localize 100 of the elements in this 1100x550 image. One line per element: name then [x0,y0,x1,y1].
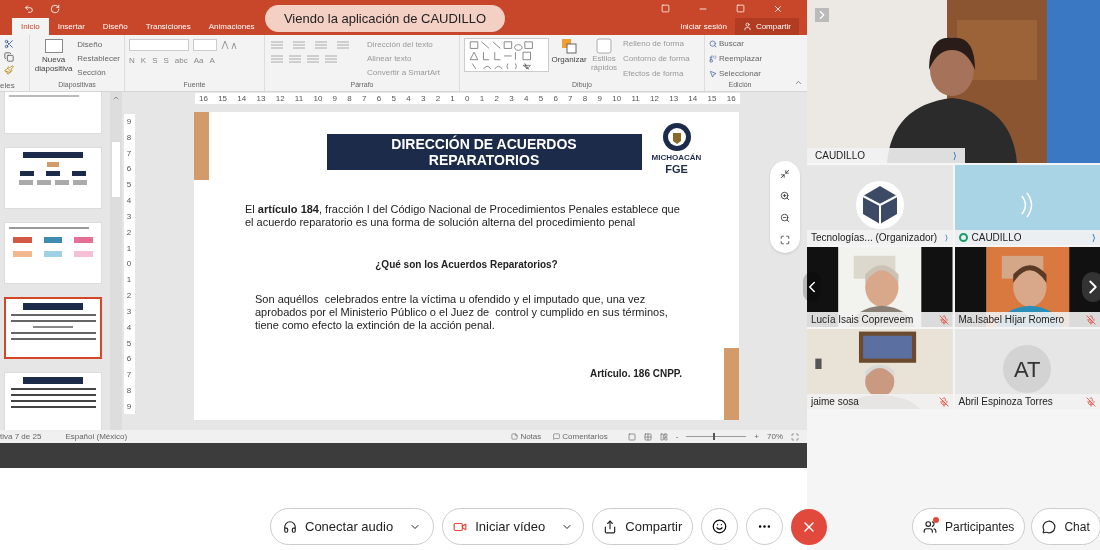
ribbon-button[interactable]: Reemplazar [709,53,771,65]
zoom-out-button[interactable]: - [675,430,679,443]
cut-icon[interactable] [4,39,14,49]
ribbon-tab[interactable]: Inicio [12,18,49,35]
initials-avatar: AT [1003,345,1052,393]
ribbon-button[interactable]: Sección [77,67,120,79]
format-button[interactable]: K [140,55,147,67]
audio-icon [953,150,957,161]
sharing-banner: Viendo la aplicación de CAUDILLO [265,5,505,32]
next-page-icon[interactable] [1082,272,1100,302]
ribbon-button[interactable]: Restablecer [77,53,120,65]
font-name-field[interactable] [129,39,189,51]
format-button[interactable]: N [129,55,135,67]
format-button[interactable]: abc [174,55,188,67]
start-video-button[interactable]: Iniciar vídeo [442,508,585,545]
fit-slide-icon[interactable] [791,432,799,441]
scrollbar-thumb[interactable] [112,142,120,197]
ribbon-button[interactable]: Efectos de forma [623,68,690,80]
comments-button[interactable]: Comentarios [553,430,608,443]
participant-name: Ma.Isabel Híjar Romero [958,313,1065,327]
format-button[interactable]: Aa [193,55,204,67]
ribbon-button[interactable]: Relleno de forma [623,38,690,50]
ribbon-button[interactable]: Seleccionar [709,68,771,80]
people-icon [923,519,937,534]
arrange-button[interactable]: Organizar [553,38,585,80]
language-label: Español (México) [65,430,128,443]
notes-button[interactable]: Notas [511,430,542,443]
share-content-button[interactable]: Compartir [592,508,694,545]
ribbon-tab[interactable]: Insertar [48,18,94,35]
slide-reference: Artículo. 186 CNPP. [588,367,683,381]
previous-page-icon[interactable] [803,272,821,302]
accent-bar [194,112,209,180]
format-button[interactable]: A [209,55,215,67]
share-button[interactable]: Compartir [734,18,799,35]
more-options-icon[interactable] [746,508,784,545]
sign-in-link[interactable]: Iniciar sesión [672,18,735,35]
close-icon[interactable] [773,3,783,14]
ribbon-button[interactable]: Contorno de forma [623,53,690,65]
ribbon-display-icon[interactable] [661,4,670,13]
fit-icon[interactable] [780,235,790,245]
ribbon-button[interactable]: Diseño [77,39,120,51]
notes-icon [511,433,519,440]
participant-name: Tecnologías... (Organizador) [811,231,938,245]
chat-icon [1042,519,1057,534]
normal-view-icon[interactable] [627,432,636,441]
ribbon-button[interactable]: Buscar [709,38,771,50]
zoom-out-icon[interactable] [780,213,790,223]
redo-icon[interactable] [50,3,60,14]
zoom-slider-thumb[interactable] [713,433,716,440]
person-icon [742,22,752,31]
ribbon-button[interactable]: Dirección del texto [367,39,440,51]
logo: MICHOACÁN FGE [649,122,704,175]
accent-bar [724,348,739,420]
slide-counter: tiva 7 de 25 [0,430,42,443]
slide-title: DIRECCIÓN DE ACUERDOS REPARATORIOS [326,134,642,170]
sorter-view-icon[interactable] [643,432,652,441]
slide-thumbnail[interactable] [4,297,102,359]
zoom-in-button[interactable]: + [754,430,759,443]
ribbon-button[interactable]: Convertir a SmartArt [367,67,440,79]
undo-icon[interactable] [24,3,34,14]
horizontal-ruler: 16 15 14 13 12 11 10 9 8 7 6 5 4 3 2 1 0 1 2 3 4 5 6 7 8 9 10 11 12 13 14 15 16 [195,92,740,104]
reading-view-icon[interactable] [659,432,668,441]
slide-paragraph: Son aquéllos celebrados entre la víctima u ofendido y el imputado que, una vez aprobados por el Ministerio Público o el Juez de control y cumplido en sus términos, tiene como efecto la extinción de la acción penal. [254,293,669,332]
font-size-field[interactable] [193,39,217,51]
new-slide-button[interactable]: Nueva diapositiva [34,39,74,80]
participant-name: Abril Espinoza Torres [958,395,1053,409]
comment-icon [553,433,561,440]
headphones-icon [283,519,297,534]
slide-paragraph: El artículo 184, fracción I del Código Nacional de Procedimientos Penales establece que el acuerdo reparatorio es una forma de solución alterna del procedimiento penal [244,203,681,229]
collapse-icon[interactable] [780,169,790,179]
connect-audio-button[interactable]: Conectar audio [270,508,435,545]
participant-name: jaime sosa [811,395,859,409]
format-button[interactable]: S [163,55,169,67]
slide-heading: ¿Qué son los Acuerdos Reparatorios? [374,258,559,272]
scroll-up-icon[interactable] [112,94,120,102]
participant-name: CAUDILLO [971,231,1022,245]
arrange-icon [561,38,577,54]
format-button[interactable]: S [152,55,158,67]
copy-icon[interactable] [4,52,14,62]
shapes-gallery[interactable] [464,38,549,72]
quick-styles-button[interactable]: Estilos rápidos [589,38,619,80]
ribbon-tab[interactable]: Animaciones [199,18,264,35]
group-label: eles [0,80,16,91]
restore-icon[interactable] [736,4,745,13]
ribbon-tab[interactable]: Transiciones [136,18,200,35]
status-ring-icon [958,233,968,242]
reactions-icon[interactable] [701,508,739,545]
collapse-ribbon-icon[interactable] [794,78,803,87]
ribbon-button[interactable]: Alinear texto [367,53,440,65]
leave-icon[interactable] [791,508,828,545]
ribbon-tab[interactable]: Diseño [93,18,137,35]
share-icon [603,519,618,534]
format-painter-icon[interactable] [4,65,14,75]
search-icon [709,40,717,48]
participant-name: Lucía Isais Copreveem [811,313,914,327]
collapse-panel-icon[interactable] [815,8,829,22]
zoom-in-icon[interactable] [780,191,790,201]
participants-button[interactable]: Participantes [912,508,1026,545]
replace-icon [709,55,717,63]
styles-icon [596,38,612,54]
